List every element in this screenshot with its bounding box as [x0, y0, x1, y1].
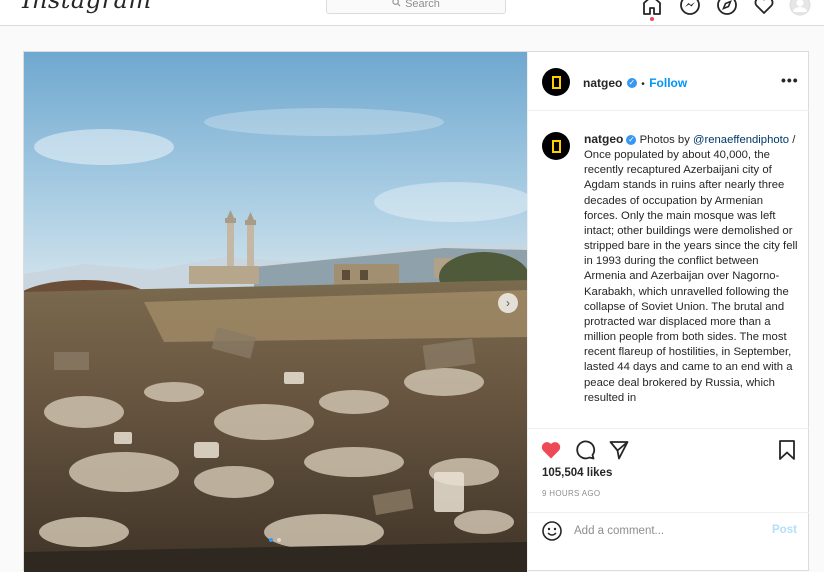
comment-input[interactable]: [574, 522, 754, 540]
messenger-icon[interactable]: [679, 0, 701, 16]
verified-badge-icon: ✓: [626, 77, 637, 88]
search-icon: [392, 0, 401, 10]
top-nav: Instagram Search: [0, 0, 824, 26]
follow-button[interactable]: Follow: [649, 76, 687, 90]
post-card: › natgeo ✓ • Follow ••• natgeo ✓ Photos …: [23, 51, 809, 572]
home-icon[interactable]: [641, 0, 663, 16]
share-icon[interactable]: [608, 439, 630, 461]
more-options-icon[interactable]: •••: [781, 72, 799, 88]
carousel-dot-1: [269, 538, 273, 542]
comment-bar: Post: [528, 512, 809, 572]
caption-mention[interactable]: @renaeffendiphoto: [693, 134, 789, 146]
post-caption: natgeo ✓ Photos by @renaeffendiphoto / O…: [584, 132, 799, 406]
heart-icon[interactable]: [753, 0, 775, 16]
header-separator: •: [641, 79, 645, 90]
explore-icon[interactable]: [716, 0, 738, 16]
notification-dot: [650, 17, 654, 21]
search-box[interactable]: Search: [326, 0, 506, 14]
post-comment-button[interactable]: Post: [772, 524, 797, 536]
profile-avatar[interactable]: [789, 0, 811, 16]
post-actions: 105,504 likes 9 HOURS AGO: [528, 428, 809, 518]
author-username[interactable]: natgeo: [583, 76, 622, 90]
search-placeholder: Search: [405, 0, 440, 10]
caption-username[interactable]: natgeo: [584, 132, 623, 146]
verified-badge-icon: ✓: [626, 135, 637, 146]
author-avatar[interactable]: [542, 68, 570, 96]
carousel-dot-2: [277, 538, 281, 542]
carousel-next-button[interactable]: ›: [498, 293, 518, 313]
post-header-meta: natgeo ✓ • Follow: [583, 74, 687, 92]
save-bookmark-icon[interactable]: [776, 439, 798, 461]
natgeo-logo-icon: [551, 139, 561, 153]
comment-icon[interactable]: [574, 439, 596, 461]
caption-body: / Once populated by about 40,000, the re…: [584, 134, 798, 404]
like-heart-icon[interactable]: [540, 439, 562, 461]
caption-prefix: Photos by: [639, 134, 690, 146]
natgeo-logo-icon: [551, 75, 561, 89]
instagram-logo[interactable]: Instagram: [22, 0, 152, 14]
caption-author-avatar[interactable]: [542, 132, 570, 160]
emoji-icon[interactable]: [541, 520, 563, 542]
post-sidebar: natgeo ✓ • Follow ••• natgeo ✓ Photos by…: [527, 52, 809, 572]
post-photo[interactable]: ›: [24, 52, 527, 572]
caption-area: natgeo ✓ Photos by @renaeffendiphoto / O…: [528, 112, 809, 428]
carousel-dots: [269, 538, 281, 542]
post-header: natgeo ✓ • Follow •••: [528, 52, 809, 111]
like-count[interactable]: 105,504 likes: [542, 467, 612, 479]
post-timestamp[interactable]: 9 HOURS AGO: [542, 489, 600, 498]
